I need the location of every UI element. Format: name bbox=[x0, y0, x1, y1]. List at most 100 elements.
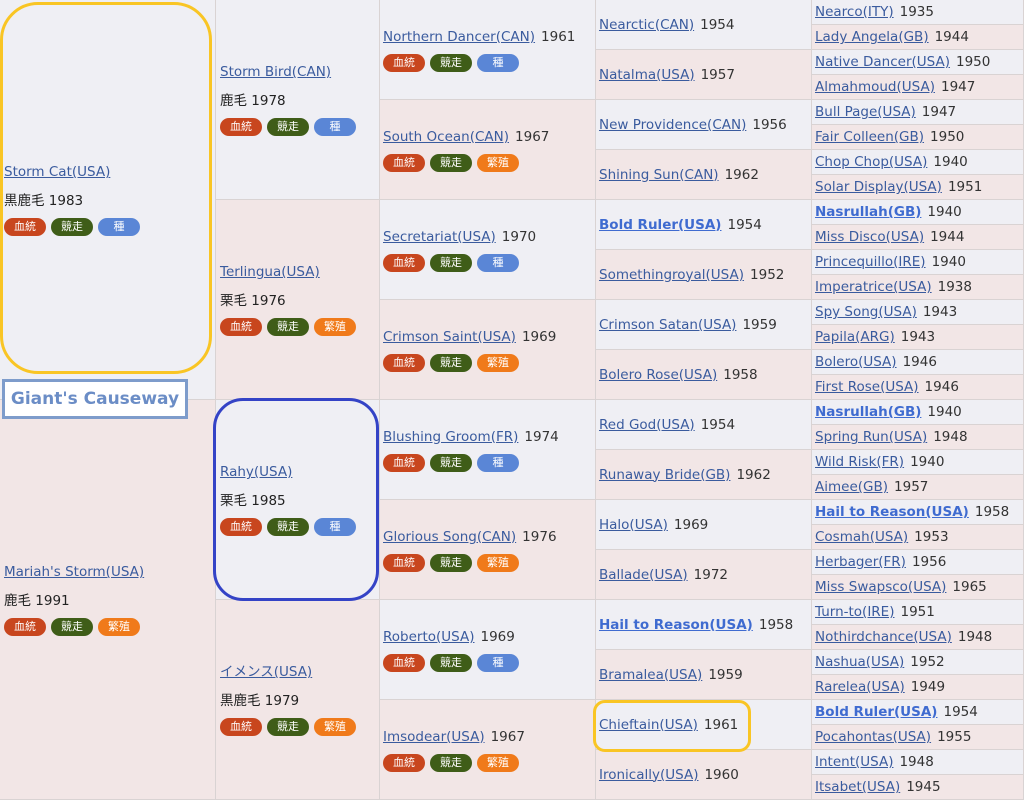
horse-name-link[interactable]: Blushing Groom(FR) bbox=[383, 429, 518, 445]
horse-name-link[interactable]: Hail to Reason(USA) bbox=[815, 504, 969, 520]
horse-name-link[interactable]: Aimee(GB) bbox=[815, 479, 888, 495]
horse-name-link[interactable]: Nasrullah(GB) bbox=[815, 404, 921, 420]
horse-name-link[interactable]: Rahy(USA) bbox=[220, 464, 292, 480]
horse-name-link[interactable]: Imsodear(USA) bbox=[383, 729, 485, 745]
breed-badge[interactable]: 繁殖 bbox=[314, 318, 356, 336]
race-badge[interactable]: 競走 bbox=[430, 353, 472, 372]
horse-name-link[interactable]: Cosmah(USA) bbox=[815, 529, 908, 545]
horse-name-link[interactable]: Nothirdchance(USA) bbox=[815, 629, 952, 645]
breed-badge[interactable]: 繁殖 bbox=[477, 353, 519, 372]
race-badge[interactable]: 競走 bbox=[267, 118, 309, 136]
horse-name-link[interactable]: Chieftain(USA) bbox=[599, 717, 698, 733]
horse-name-link[interactable]: イメンス(USA) bbox=[220, 664, 312, 680]
race-badge[interactable]: 競走 bbox=[430, 53, 472, 72]
blood-badge[interactable]: 血統 bbox=[383, 653, 425, 672]
horse-name-link[interactable]: Bull Page(USA) bbox=[815, 104, 916, 120]
horse-name-link[interactable]: Solar Display(USA) bbox=[815, 179, 942, 195]
blood-badge[interactable]: 血統 bbox=[220, 718, 262, 736]
horse-name-link[interactable]: Somethingroyal(USA) bbox=[599, 267, 744, 283]
horse-name-link[interactable]: Bolero Rose(USA) bbox=[599, 367, 717, 383]
horse-name-link[interactable]: Bramalea(USA) bbox=[599, 667, 702, 683]
blood-badge[interactable]: 血統 bbox=[220, 118, 262, 136]
horse-name-link[interactable]: Imperatrice(USA) bbox=[815, 279, 932, 295]
horse-name-link[interactable]: Bold Ruler(USA) bbox=[815, 704, 937, 720]
blood-badge[interactable]: 血統 bbox=[4, 618, 46, 636]
horse-name-link[interactable]: Spy Song(USA) bbox=[815, 304, 917, 320]
horse-name-link[interactable]: Nashua(USA) bbox=[815, 654, 904, 670]
blood-badge[interactable]: 血統 bbox=[383, 453, 425, 472]
horse-name-link[interactable]: Storm Cat(USA) bbox=[4, 164, 110, 180]
horse-name-link[interactable]: Crimson Saint(USA) bbox=[383, 329, 516, 345]
horse-name-link[interactable]: Rarelea(USA) bbox=[815, 679, 905, 695]
horse-name-link[interactable]: Nearco(ITY) bbox=[815, 4, 894, 20]
breed-badge[interactable]: 繁殖 bbox=[314, 718, 356, 736]
horse-name-link[interactable]: Fair Colleen(GB) bbox=[815, 129, 924, 145]
horse-name-link[interactable]: Natalma(USA) bbox=[599, 67, 695, 83]
stud-badge[interactable]: 種 bbox=[477, 253, 519, 272]
horse-name-link[interactable]: Northern Dancer(CAN) bbox=[383, 29, 535, 45]
breed-badge[interactable]: 繁殖 bbox=[477, 753, 519, 772]
horse-name-link[interactable]: Itsabet(USA) bbox=[815, 779, 900, 795]
race-badge[interactable]: 競走 bbox=[430, 253, 472, 272]
stud-badge[interactable]: 種 bbox=[314, 518, 356, 536]
race-badge[interactable]: 競走 bbox=[267, 518, 309, 536]
blood-badge[interactable]: 血統 bbox=[383, 353, 425, 372]
horse-name-link[interactable]: Wild Risk(FR) bbox=[815, 454, 904, 470]
horse-name-link[interactable]: Runaway Bride(GB) bbox=[599, 467, 730, 483]
horse-name-link[interactable]: Glorious Song(CAN) bbox=[383, 529, 516, 545]
horse-name-link[interactable]: Terlingua(USA) bbox=[220, 264, 320, 280]
race-badge[interactable]: 競走 bbox=[430, 653, 472, 672]
horse-name-link[interactable]: Halo(USA) bbox=[599, 517, 668, 533]
race-badge[interactable]: 競走 bbox=[430, 453, 472, 472]
horse-name-link[interactable]: Crimson Satan(USA) bbox=[599, 317, 736, 333]
horse-name-link[interactable]: Nearctic(CAN) bbox=[599, 17, 694, 33]
horse-name-link[interactable]: Chop Chop(USA) bbox=[815, 154, 927, 170]
horse-name-link[interactable]: Turn-to(IRE) bbox=[815, 604, 894, 620]
horse-name-link[interactable]: Red God(USA) bbox=[599, 417, 695, 433]
horse-name-link[interactable]: Spring Run(USA) bbox=[815, 429, 927, 445]
race-badge[interactable]: 競走 bbox=[267, 718, 309, 736]
blood-badge[interactable]: 血統 bbox=[4, 218, 46, 236]
blood-badge[interactable]: 血統 bbox=[383, 753, 425, 772]
race-badge[interactable]: 競走 bbox=[430, 153, 472, 172]
stud-badge[interactable]: 種 bbox=[314, 118, 356, 136]
horse-name-link[interactable]: Pocahontas(USA) bbox=[815, 729, 931, 745]
horse-name-link[interactable]: First Rose(USA) bbox=[815, 379, 919, 395]
stud-badge[interactable]: 種 bbox=[477, 453, 519, 472]
race-badge[interactable]: 競走 bbox=[51, 218, 93, 236]
race-badge[interactable]: 競走 bbox=[51, 618, 93, 636]
blood-badge[interactable]: 血統 bbox=[383, 253, 425, 272]
horse-name-link[interactable]: Native Dancer(USA) bbox=[815, 54, 950, 70]
race-badge[interactable]: 競走 bbox=[267, 318, 309, 336]
horse-name-link[interactable]: Intent(USA) bbox=[815, 754, 893, 770]
blood-badge[interactable]: 血統 bbox=[383, 153, 425, 172]
stud-badge[interactable]: 種 bbox=[477, 53, 519, 72]
breed-badge[interactable]: 繁殖 bbox=[477, 553, 519, 572]
horse-name-link[interactable]: Secretariat(USA) bbox=[383, 229, 496, 245]
breed-badge[interactable]: 繁殖 bbox=[477, 153, 519, 172]
blood-badge[interactable]: 血統 bbox=[383, 53, 425, 72]
horse-name-link[interactable]: Shining Sun(CAN) bbox=[599, 167, 719, 183]
horse-name-link[interactable]: Ironically(USA) bbox=[599, 767, 698, 783]
horse-name-link[interactable]: Lady Angela(GB) bbox=[815, 29, 929, 45]
horse-name-link[interactable]: South Ocean(CAN) bbox=[383, 129, 509, 145]
blood-badge[interactable]: 血統 bbox=[220, 318, 262, 336]
horse-name-link[interactable]: Bold Ruler(USA) bbox=[599, 217, 721, 233]
horse-name-link[interactable]: Storm Bird(CAN) bbox=[220, 64, 331, 80]
race-badge[interactable]: 競走 bbox=[430, 553, 472, 572]
horse-name-link[interactable]: Almahmoud(USA) bbox=[815, 79, 935, 95]
horse-name-link[interactable]: Miss Swapsco(USA) bbox=[815, 579, 946, 595]
horse-name-link[interactable]: Roberto(USA) bbox=[383, 629, 474, 645]
stud-badge[interactable]: 種 bbox=[477, 653, 519, 672]
race-badge[interactable]: 競走 bbox=[430, 753, 472, 772]
blood-badge[interactable]: 血統 bbox=[383, 553, 425, 572]
horse-name-link[interactable]: Ballade(USA) bbox=[599, 567, 688, 583]
horse-name-link[interactable]: Mariah's Storm(USA) bbox=[4, 564, 144, 580]
horse-name-link[interactable]: Miss Disco(USA) bbox=[815, 229, 924, 245]
horse-name-link[interactable]: Hail to Reason(USA) bbox=[599, 617, 753, 633]
breed-badge[interactable]: 繁殖 bbox=[98, 618, 140, 636]
horse-name-link[interactable]: Princequillo(IRE) bbox=[815, 254, 926, 270]
horse-name-link[interactable]: Nasrullah(GB) bbox=[815, 204, 921, 220]
horse-name-link[interactable]: Herbager(FR) bbox=[815, 554, 906, 570]
horse-name-link[interactable]: New Providence(CAN) bbox=[599, 117, 746, 133]
